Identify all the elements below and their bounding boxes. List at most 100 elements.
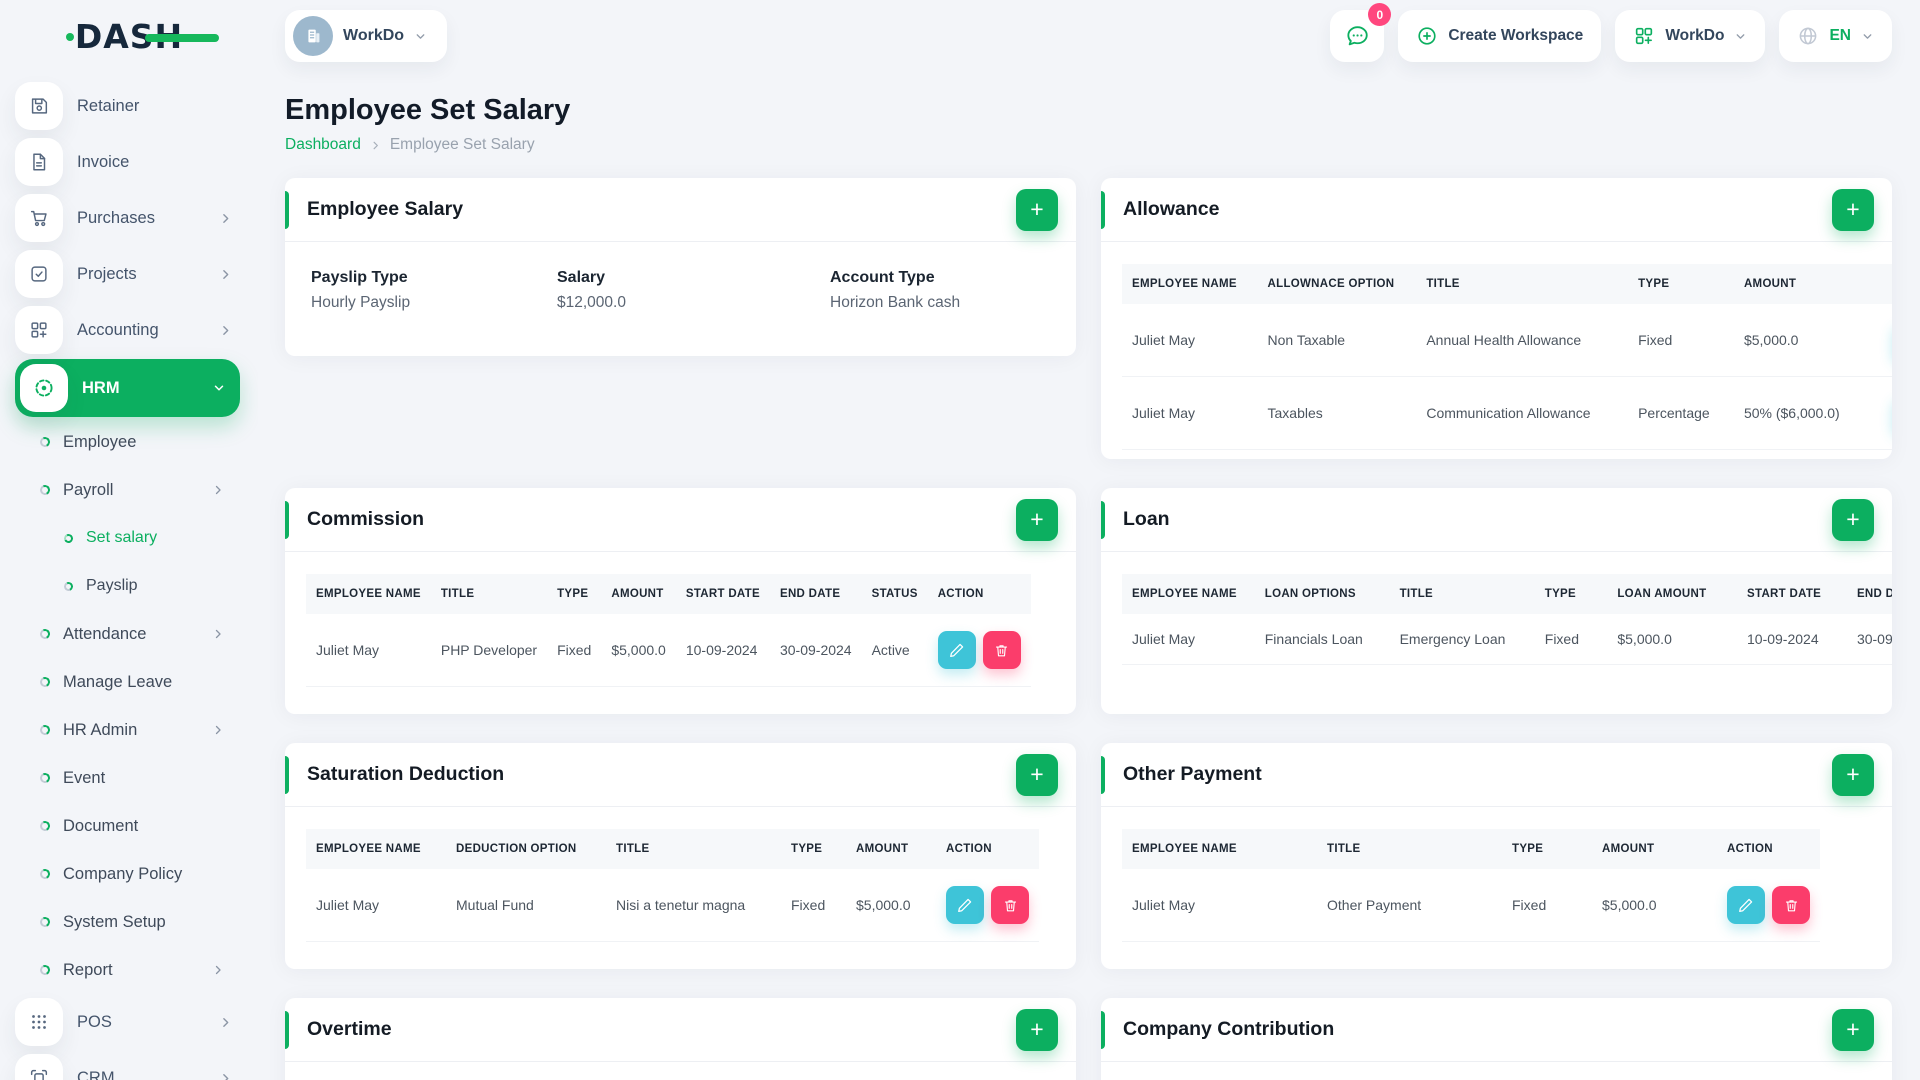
column-header: LOAN OPTIONS	[1254, 574, 1390, 614]
bullet-icon	[38, 627, 52, 641]
cell-end-date: 30-09-2024	[1846, 614, 1892, 665]
create-workspace-button[interactable]: Create Workspace	[1398, 10, 1602, 62]
table-row: Juliet May Financials Loan Emergency Loa…	[1122, 614, 1892, 665]
chevron-right-icon	[223, 269, 229, 279]
cell-loan-option: Financials Loan	[1254, 614, 1390, 665]
apps-menu-button[interactable]: WorkDo	[1615, 10, 1766, 62]
sidebar-item-event[interactable]: Event	[0, 754, 258, 802]
bullet-icon	[38, 723, 52, 737]
add-allowance-button[interactable]: +	[1832, 188, 1874, 231]
sidebar-item-payslip[interactable]: Payslip	[0, 562, 258, 610]
sidebar-item-document[interactable]: Document	[0, 802, 258, 850]
actions-cell	[1717, 869, 1820, 942]
cards-grid: Employee Salary + Payslip Type Hourly Pa…	[285, 178, 1892, 1080]
apps-menu-label: WorkDo	[1665, 27, 1725, 44]
grid-plus-icon	[1636, 27, 1653, 45]
chevron-right-icon	[215, 725, 221, 735]
accent-bar	[285, 501, 289, 539]
sidebar-item-attendance[interactable]: Attendance	[0, 610, 258, 658]
column-header: AMOUNT	[601, 574, 676, 614]
cell-end-date: 30-09-2024	[769, 614, 862, 687]
column-header: START DATE	[1737, 574, 1847, 614]
allowance-table: EMPLOYEE NAME ALLOWNACE OPTION TITLE TYP…	[1122, 264, 1892, 450]
column-header: TYPE	[1534, 574, 1608, 614]
grid-plus-icon	[15, 306, 63, 354]
topbar-actions: 0 Create Workspace WorkDo EN	[1330, 3, 1920, 62]
dash-logo[interactable]: DASH	[65, 17, 220, 56]
breadcrumb: Dashboard Employee Set Salary	[285, 136, 1892, 154]
column-header: TITLE	[606, 829, 781, 869]
table-header-row: EMPLOYEE NAME ALLOWNACE OPTION TITLE TYP…	[1122, 264, 1892, 304]
add-company-contribution-button[interactable]: +	[1832, 1008, 1874, 1051]
cell-title: Other Payment	[1317, 869, 1502, 942]
sidebar-item-accounting[interactable]: Accounting	[0, 302, 258, 358]
edit-button[interactable]	[937, 631, 976, 669]
add-overtime-button[interactable]: +	[1016, 1008, 1058, 1051]
globe-icon	[1800, 27, 1817, 45]
chevron-down-icon	[1737, 33, 1745, 39]
cell-employee-name: Juliet May	[306, 869, 446, 942]
sidebar-item-label: Purchases	[77, 208, 155, 227]
sidebar-item-invoice[interactable]: Invoice	[0, 134, 258, 190]
sidebar-item-hrm[interactable]: HRM	[15, 359, 240, 417]
other-payment-table: EMPLOYEE NAME TITLE TYPE AMOUNT ACTION J…	[1122, 829, 1871, 942]
employee-salary-details: Payslip Type Hourly Payslip Salary $12,0…	[285, 242, 1076, 312]
plus-icon: +	[1030, 506, 1044, 532]
breadcrumb-dashboard-link[interactable]: Dashboard	[285, 136, 361, 154]
column-header: EMPLOYEE NAME	[306, 829, 446, 869]
sidebar-item-payroll[interactable]: Payroll	[0, 466, 258, 514]
sidebar-item-label: Attendance	[63, 624, 147, 643]
add-employee-salary-button[interactable]: +	[1016, 188, 1058, 231]
chevron-right-icon	[223, 325, 229, 335]
delete-button[interactable]	[1772, 886, 1810, 924]
cell-title: Nisi a tenetur magna	[606, 869, 781, 942]
logo-dot-icon	[65, 32, 74, 41]
chevron-right-icon	[215, 485, 221, 495]
sidebar-item-retainer[interactable]: Retainer	[0, 78, 258, 134]
sidebar-item-system-setup[interactable]: System Setup	[0, 898, 258, 946]
table-header-row: EMPLOYEE NAME TITLE TYPE AMOUNT START DA…	[306, 574, 1031, 614]
sidebar-item-set-salary[interactable]: Set salary	[0, 514, 258, 562]
column-header: TITLE	[1416, 264, 1629, 304]
column-header: STATUS	[861, 574, 928, 614]
card-header: Other Payment +	[1101, 743, 1892, 807]
table-row: Juliet May Non Taxable Annual Health All…	[1122, 304, 1892, 377]
sidebar-item-crm[interactable]: CRM	[0, 1050, 258, 1080]
card-title: Overtime	[307, 1018, 392, 1040]
add-saturation-deduction-button[interactable]: +	[1016, 753, 1058, 796]
bullet-icon	[38, 675, 52, 689]
workspace-switcher[interactable]: WorkDo	[285, 10, 448, 62]
sidebar-item-label: Report	[63, 960, 113, 979]
chevron-right-icon	[215, 965, 221, 975]
cell-employee-name: Juliet May	[1122, 614, 1255, 665]
sidebar-item-pos[interactable]: POS	[0, 994, 258, 1050]
field-payslip-type: Payslip Type Hourly Payslip	[311, 269, 557, 312]
add-commission-button[interactable]: +	[1016, 498, 1058, 541]
cell-deduction-option: Mutual Fund	[446, 869, 606, 942]
sidebar-item-manage-leave[interactable]: Manage Leave	[0, 658, 258, 706]
sidebar-item-company-policy[interactable]: Company Policy	[0, 850, 258, 898]
edit-button[interactable]	[946, 886, 984, 924]
sidebar-item-projects[interactable]: Projects	[0, 246, 258, 302]
messages-button[interactable]: 0	[1330, 3, 1392, 62]
sidebar-item-purchases[interactable]: Purchases	[0, 190, 258, 246]
sidebar-item-hr-admin[interactable]: HR Admin	[0, 706, 258, 754]
edit-button[interactable]	[1727, 886, 1765, 924]
add-other-payment-button[interactable]: +	[1832, 753, 1874, 796]
column-header: EMPLOYEE NAME	[1122, 264, 1258, 304]
field-label: Payslip Type	[311, 269, 408, 286]
column-header: TYPE	[547, 574, 602, 614]
delete-button[interactable]	[991, 886, 1029, 924]
delete-button[interactable]	[982, 631, 1021, 669]
card-title: Loan	[1123, 508, 1170, 530]
sidebar-item-report[interactable]: Report	[0, 946, 258, 994]
column-header: LOAN AMOUNT	[1607, 574, 1737, 614]
sidebar-item-label: Accounting	[77, 320, 159, 339]
accent-bar	[1101, 1011, 1105, 1049]
workspace-name: WorkDo	[343, 27, 405, 44]
table-header-row: EMPLOYEE NAME DEDUCTION OPTION TITLE TYP…	[306, 829, 1039, 869]
add-loan-button[interactable]: +	[1832, 498, 1874, 541]
sidebar-item-employee[interactable]: Employee	[0, 418, 258, 466]
language-selector[interactable]: EN	[1779, 10, 1892, 62]
pencil-icon	[1739, 898, 1753, 913]
